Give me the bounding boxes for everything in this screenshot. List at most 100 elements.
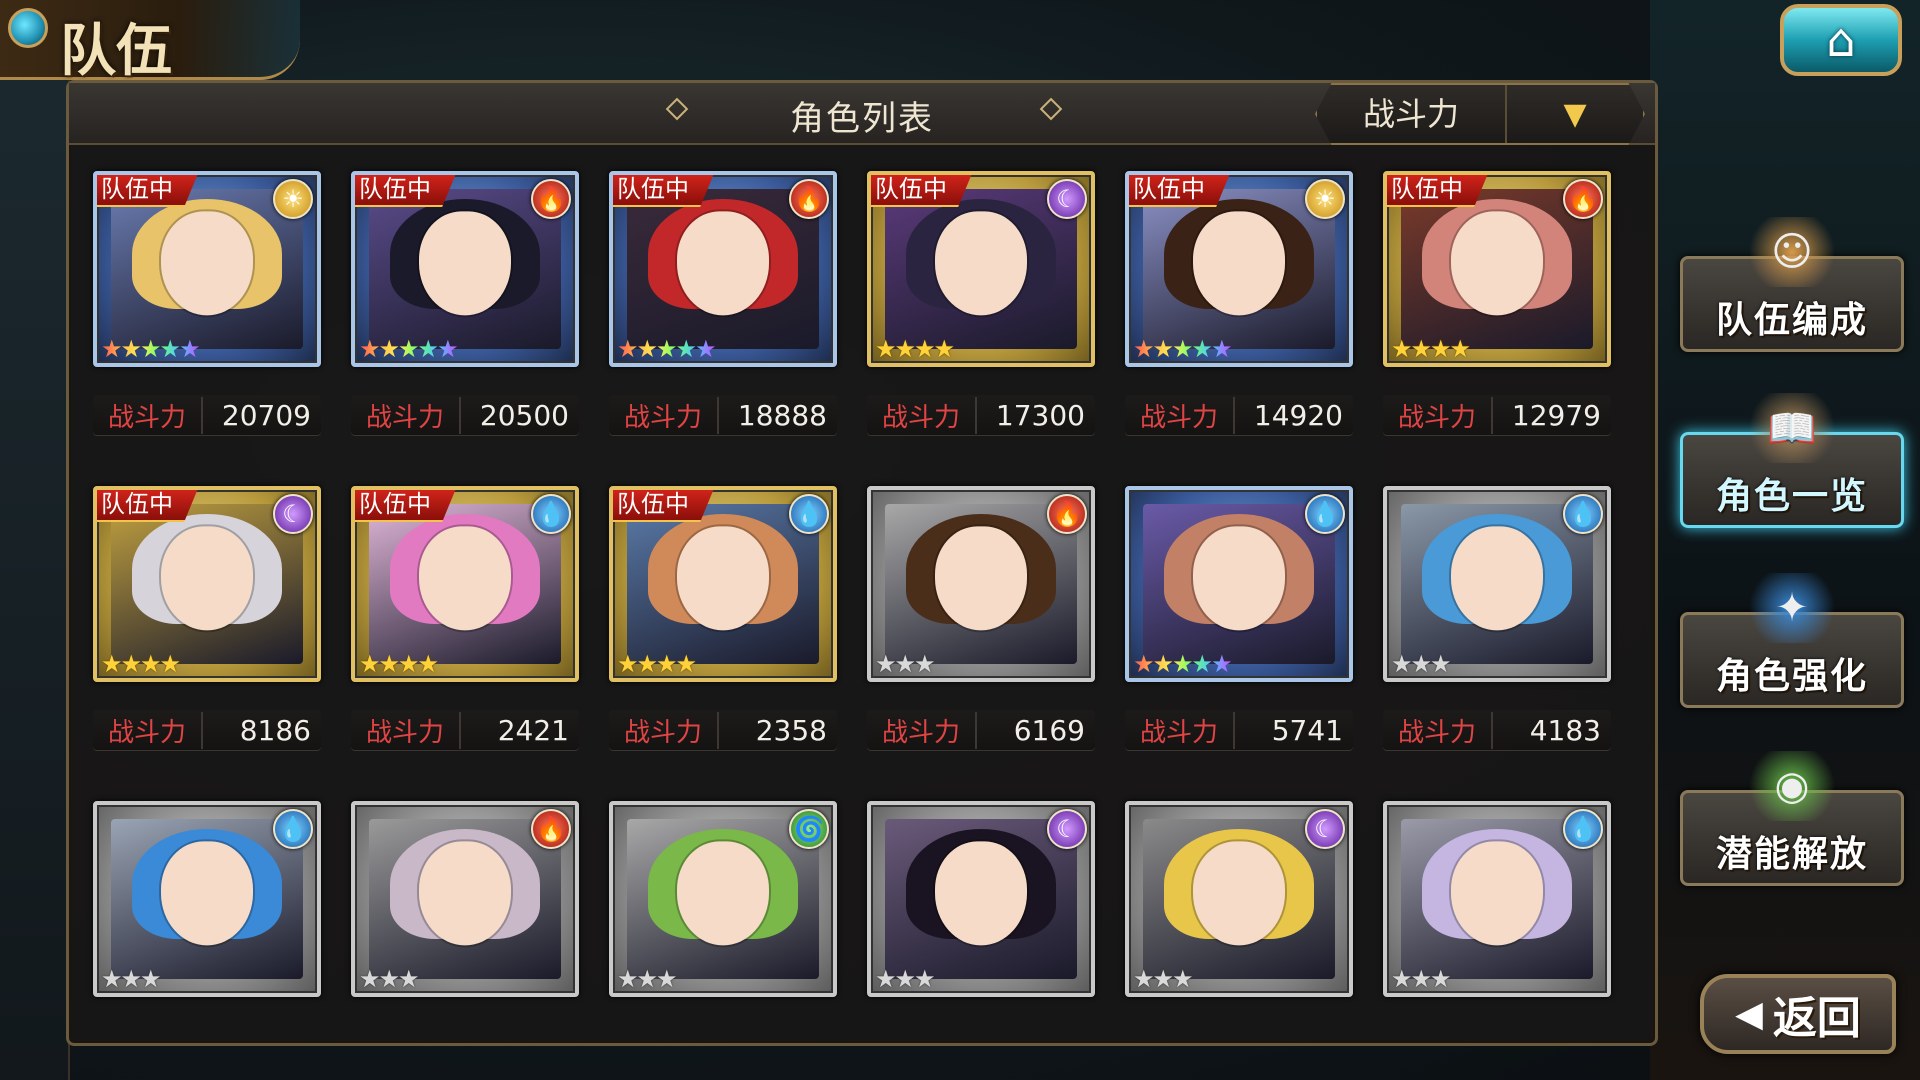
- character-art: [369, 504, 561, 664]
- moon-element-icon: ☾: [1305, 809, 1345, 849]
- in-team-badge: 队伍中: [1387, 175, 1489, 207]
- power-bar: 战斗力 2358: [609, 710, 837, 750]
- character-card[interactable]: 🌀 ★★★: [609, 801, 837, 1080]
- power-bar: 战斗力 14920: [1125, 395, 1353, 435]
- character-face: [1193, 841, 1285, 946]
- fire-element-icon: 🔥: [1047, 494, 1087, 534]
- character-portrait[interactable]: 💧 ★★★: [93, 801, 321, 997]
- party-members-icon: ☺: [1747, 217, 1837, 287]
- character-portrait[interactable]: 队伍中 💧 ★★★★: [351, 486, 579, 682]
- side-menu-button[interactable]: ☺ 队伍编成: [1680, 217, 1904, 352]
- character-portrait[interactable]: 队伍中 💧 ★★★★: [609, 486, 837, 682]
- character-art: [627, 504, 819, 664]
- character-portrait[interactable]: 💧 ★★★★★: [1125, 486, 1353, 682]
- wind-element-icon: 🌀: [789, 809, 829, 849]
- character-card[interactable]: 队伍中 ☾ ★★★★ 战斗力 17300: [867, 171, 1095, 486]
- character-art: [111, 189, 303, 349]
- panel-header: 角色列表 战斗力 ▼: [69, 83, 1655, 145]
- character-face: [419, 211, 511, 316]
- rarity-stars: ★★★: [1391, 650, 1452, 678]
- power-label: 战斗力: [93, 711, 203, 749]
- character-card[interactable]: 队伍中 ☾ ★★★★ 战斗力 8186: [93, 486, 321, 801]
- in-team-badge: 队伍中: [613, 490, 715, 522]
- back-arrow-icon: ◀: [1735, 993, 1763, 1035]
- character-portrait[interactable]: ☾ ★★★: [867, 801, 1095, 997]
- character-portrait[interactable]: 🔥 ★★★: [351, 801, 579, 997]
- character-portrait[interactable]: 队伍中 🔥 ★★★★★: [609, 171, 837, 367]
- power-bar: 战斗力 18888: [609, 395, 837, 435]
- character-portrait[interactable]: 队伍中 ☀ ★★★★★: [93, 171, 321, 367]
- character-card[interactable]: 💧 ★★★ 战斗力 4183: [1383, 486, 1611, 801]
- rarity-stars: ★★★★★: [1133, 335, 1233, 363]
- character-portrait[interactable]: 🌀 ★★★: [609, 801, 837, 997]
- sort-dropdown[interactable]: 战斗力 ▼: [1315, 83, 1645, 145]
- character-portrait[interactable]: 队伍中 ☾ ★★★★: [867, 171, 1095, 367]
- character-card[interactable]: ☾ ★★★: [1125, 801, 1353, 1080]
- character-card[interactable]: 💧 ★★★: [1383, 801, 1611, 1080]
- character-portrait[interactable]: 💧 ★★★: [1383, 486, 1611, 682]
- character-portrait[interactable]: 🔥 ★★★: [867, 486, 1095, 682]
- character-card[interactable]: 队伍中 💧 ★★★★ 战斗力 2421: [351, 486, 579, 801]
- power-label: 战斗力: [1125, 396, 1235, 434]
- character-face: [1451, 211, 1543, 316]
- fire-element-icon: 🔥: [1563, 179, 1603, 219]
- power-bar: 战斗力 8186: [93, 710, 321, 750]
- power-label: 战斗力: [351, 396, 461, 434]
- rarity-stars: ★★★★★: [101, 335, 201, 363]
- character-art: [111, 504, 303, 664]
- character-art: [885, 189, 1077, 349]
- character-card[interactable]: 💧 ★★★: [93, 801, 321, 1080]
- dropdown-arrow-icon[interactable]: ▼: [1507, 97, 1643, 132]
- character-portrait[interactable]: 队伍中 ☀ ★★★★★: [1125, 171, 1353, 367]
- character-face: [935, 211, 1027, 316]
- water-element-icon: 💧: [1305, 494, 1345, 534]
- rarity-stars: ★★★★★: [359, 335, 459, 363]
- character-card[interactable]: 队伍中 🔥 ★★★★ 战斗力 12979: [1383, 171, 1611, 486]
- back-button[interactable]: ◀ 返回: [1700, 974, 1896, 1054]
- rarity-stars: ★★★★: [617, 650, 697, 678]
- in-team-badge: 队伍中: [97, 175, 199, 207]
- character-card[interactable]: ☾ ★★★: [867, 801, 1095, 1080]
- moon-element-icon: ☾: [1047, 809, 1087, 849]
- home-icon: ⌂: [1826, 13, 1856, 67]
- rarity-stars: ★★★★★: [1133, 650, 1233, 678]
- character-art: [1401, 819, 1593, 979]
- power-value: 18888: [737, 398, 827, 432]
- in-team-badge: 队伍中: [355, 175, 457, 207]
- fire-element-icon: 🔥: [789, 179, 829, 219]
- home-button[interactable]: ⌂: [1780, 4, 1902, 76]
- fire-element-icon: 🔥: [531, 809, 571, 849]
- character-card[interactable]: 🔥 ★★★: [351, 801, 579, 1080]
- character-face: [677, 211, 769, 316]
- power-bar: 战斗力 5741: [1125, 710, 1353, 750]
- character-art: [1143, 819, 1335, 979]
- character-card[interactable]: 队伍中 ☀ ★★★★★ 战斗力 20709: [93, 171, 321, 486]
- character-card[interactable]: 队伍中 ☀ ★★★★★ 战斗力 14920: [1125, 171, 1353, 486]
- character-card[interactable]: 队伍中 🔥 ★★★★★ 战斗力 20500: [351, 171, 579, 486]
- character-portrait[interactable]: 队伍中 ☾ ★★★★: [93, 486, 321, 682]
- water-element-icon: 💧: [789, 494, 829, 534]
- character-card[interactable]: 队伍中 💧 ★★★★ 战斗力 2358: [609, 486, 837, 801]
- character-face: [161, 211, 253, 316]
- fire-element-icon: 🔥: [531, 179, 571, 219]
- character-card[interactable]: 🔥 ★★★ 战斗力 6169: [867, 486, 1095, 801]
- side-menu-button[interactable]: ◉ 潜能解放: [1680, 751, 1904, 886]
- character-book-icon: 📖: [1747, 393, 1837, 463]
- water-element-icon: 💧: [1563, 809, 1603, 849]
- page-title: 队伍: [60, 18, 172, 84]
- character-portrait[interactable]: 队伍中 🔥 ★★★★: [1383, 171, 1611, 367]
- rarity-stars: ★★★: [1391, 965, 1452, 993]
- water-element-icon: 💧: [531, 494, 571, 534]
- character-card[interactable]: 队伍中 🔥 ★★★★★ 战斗力 18888: [609, 171, 837, 486]
- rarity-stars: ★★★: [101, 965, 162, 993]
- character-portrait[interactable]: ☾ ★★★: [1125, 801, 1353, 997]
- in-team-badge: 队伍中: [1129, 175, 1231, 207]
- character-portrait[interactable]: 💧 ★★★: [1383, 801, 1611, 997]
- side-menu-button[interactable]: 📖 角色一览: [1680, 393, 1904, 528]
- character-portrait[interactable]: 队伍中 🔥 ★★★★★: [351, 171, 579, 367]
- character-card[interactable]: 💧 ★★★★★ 战斗力 5741: [1125, 486, 1353, 801]
- side-menu-label: 潜能解放: [1715, 834, 1868, 875]
- character-face: [935, 841, 1027, 946]
- side-menu-button[interactable]: ✦ 角色强化: [1680, 573, 1904, 708]
- power-label: 战斗力: [1125, 711, 1235, 749]
